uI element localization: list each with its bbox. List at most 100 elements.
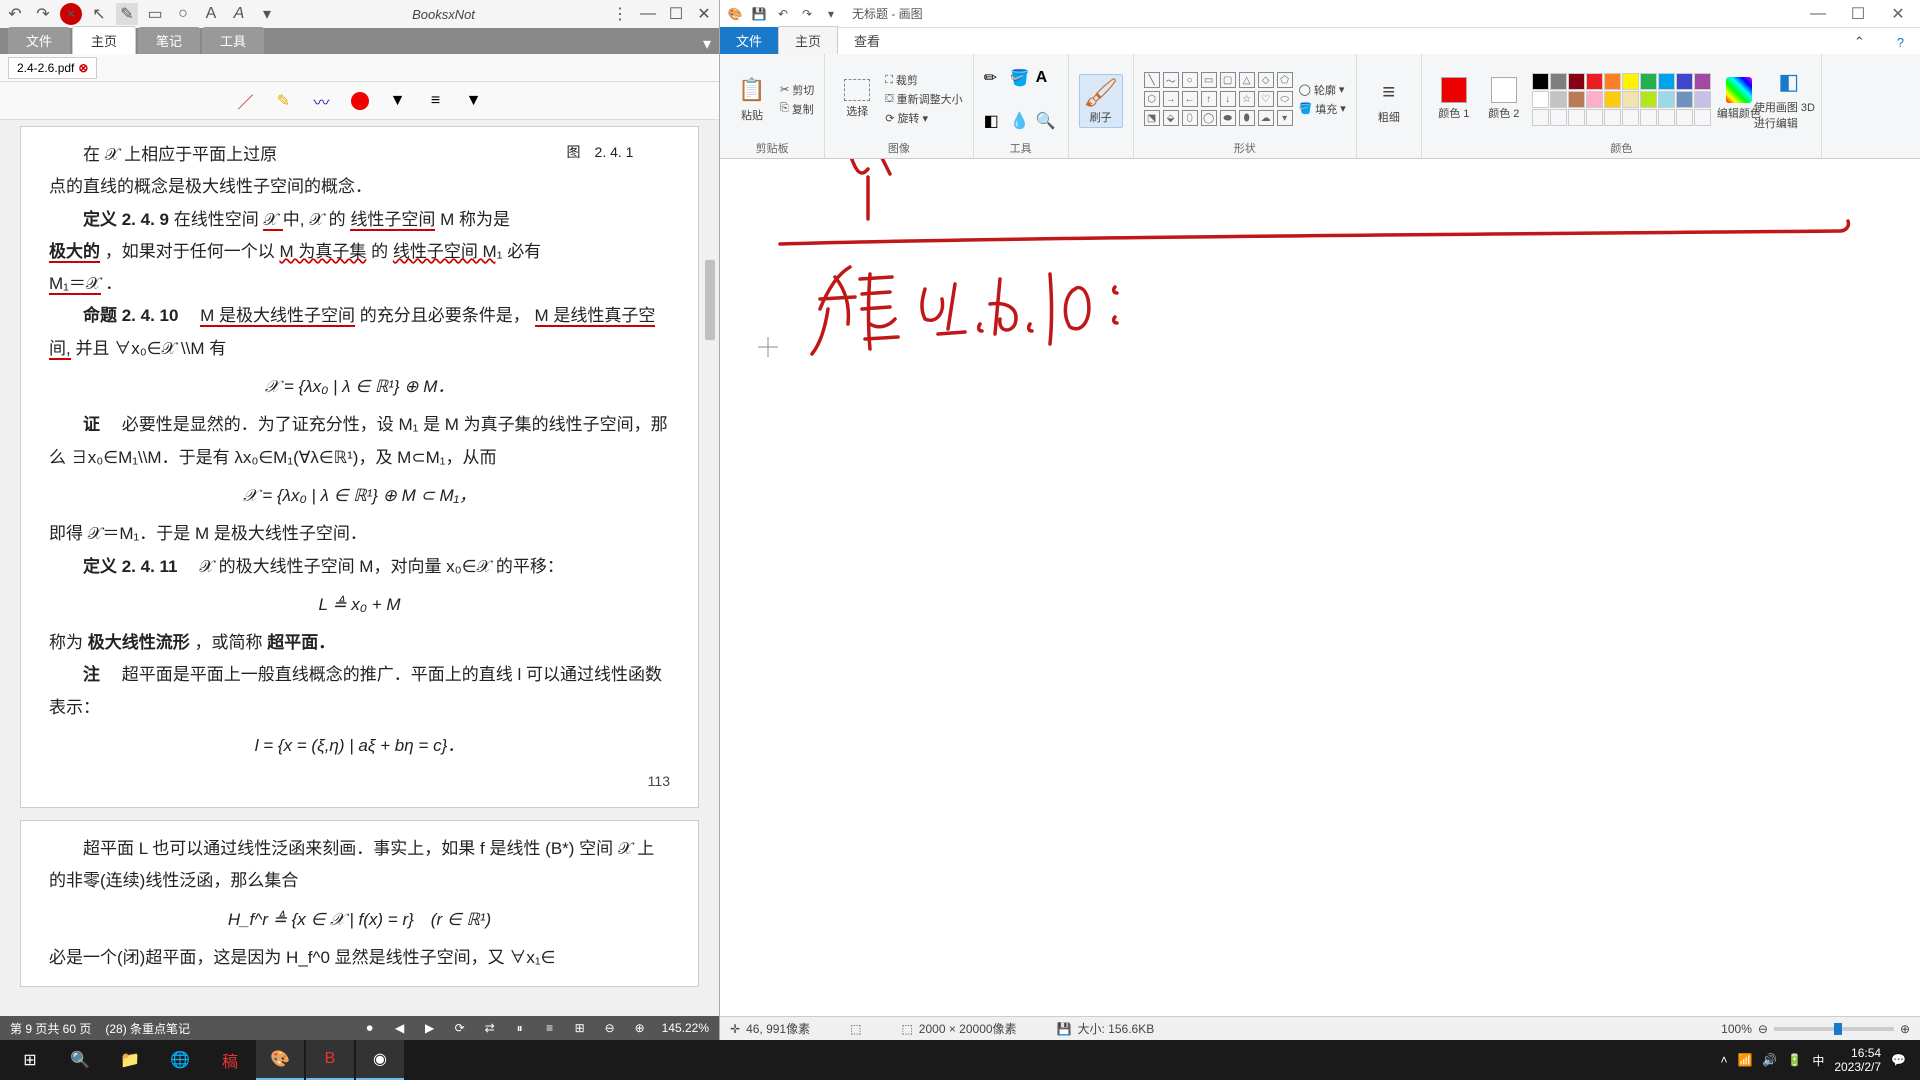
battery-icon[interactable]: 🔋 xyxy=(1787,1053,1802,1067)
tab-file[interactable]: 文件 xyxy=(720,27,778,54)
tray-chevron-icon[interactable]: ˄ xyxy=(1720,1053,1727,1067)
zoom-slider[interactable] xyxy=(1774,1027,1894,1031)
tab-tools[interactable]: 工具 xyxy=(202,27,264,54)
stop-icon[interactable]: ✕ xyxy=(60,3,82,25)
close-icon[interactable]: ✕ xyxy=(693,3,715,25)
highlighter-icon[interactable]: ✎ xyxy=(271,88,297,114)
text-a-icon[interactable]: A xyxy=(200,3,222,25)
tab-home[interactable]: 主页 xyxy=(778,26,838,54)
notifications-icon[interactable]: 💬 xyxy=(1891,1053,1906,1067)
maximize-icon[interactable]: ☐ xyxy=(1842,3,1874,25)
status-zoom: 145.22% xyxy=(662,1021,709,1035)
dims-icon: ⬚ xyxy=(901,1022,912,1036)
app-title: BooksxNot xyxy=(284,7,603,22)
zoom-out-icon[interactable]: ⊖ xyxy=(1758,1022,1768,1036)
undo-icon[interactable]: ↶ xyxy=(774,5,792,23)
crop-button[interactable]: ⛶ 裁剪 xyxy=(885,72,962,88)
zoom-in-icon[interactable]: ⊕ xyxy=(632,1020,648,1036)
zoom-in-icon[interactable]: ⊕ xyxy=(1900,1022,1910,1036)
fill-button[interactable]: 🪣 填充 ▾ xyxy=(1299,101,1346,117)
cursor-icon[interactable]: ↖ xyxy=(88,3,110,25)
scrollbar[interactable] xyxy=(703,120,717,1016)
tab-file[interactable]: 文件 xyxy=(8,27,70,54)
paste-button[interactable]: 📋粘贴 xyxy=(730,75,774,123)
loop-icon[interactable]: ⟳ xyxy=(452,1020,468,1036)
obs-icon[interactable]: ◉ xyxy=(356,1040,404,1080)
cut-button[interactable]: ✂ 剪切 xyxy=(780,82,814,98)
shapes-gallery[interactable]: ╲〜○▭▢△◇⬠ ⬡→←↑↓☆♡⬭ ⬔⬙⬯◯⬬⬮☁▾ xyxy=(1144,72,1293,126)
select-button[interactable]: 选择 xyxy=(835,79,879,119)
ime-icon[interactable]: 中 xyxy=(1812,1052,1824,1069)
pause-icon[interactable]: ⏸ xyxy=(512,1020,528,1036)
circle-icon[interactable]: ○ xyxy=(172,3,194,25)
app-red-icon[interactable]: 稿 xyxy=(206,1040,254,1080)
magnifier-icon[interactable]: 🔍 xyxy=(1036,111,1058,131)
size-button[interactable]: ≡粗细 xyxy=(1367,77,1411,125)
booksxnote-taskbar-icon[interactable]: B xyxy=(306,1040,354,1080)
tab-notes[interactable]: 笔记 xyxy=(138,27,200,54)
color2-button[interactable]: 颜色 2 xyxy=(1482,77,1526,121)
save-icon[interactable]: 💾 xyxy=(750,5,768,23)
volume-icon[interactable]: 🔊 xyxy=(1762,1053,1777,1067)
undo-icon[interactable]: ↶ xyxy=(4,3,26,25)
rotate-button[interactable]: ⟳ 旋转 ▾ xyxy=(885,110,962,126)
list-icon[interactable]: ≡ xyxy=(542,1020,558,1036)
eraser-icon[interactable]: ◧ xyxy=(984,111,1006,131)
text-a2-icon[interactable]: A xyxy=(228,3,250,25)
search-icon[interactable]: 🔍 xyxy=(56,1040,104,1080)
help-icon[interactable]: ? xyxy=(1881,31,1920,54)
redo-icon[interactable]: ↷ xyxy=(32,3,54,25)
bucket-icon[interactable]: 🪣 xyxy=(1010,68,1032,88)
explorer-icon[interactable]: 📁 xyxy=(106,1040,154,1080)
status-position: 46, 991像素 xyxy=(746,1020,810,1037)
copy-button[interactable]: ⎘ 复制 xyxy=(780,101,814,117)
text-icon[interactable]: A xyxy=(1036,69,1058,87)
brushes-button[interactable]: 🖌刷子 xyxy=(1079,74,1123,128)
paint3d-button[interactable]: ◧ 使用画图 3D 进行编辑 xyxy=(1767,67,1811,131)
tab-dropdown-icon[interactable]: ▾ xyxy=(703,34,711,54)
document-tab[interactable]: 2.4-2.6.pdf ⊗ xyxy=(8,57,97,79)
play-icon[interactable]: ⏺ xyxy=(362,1020,378,1036)
shuffle-icon[interactable]: ⇄ xyxy=(482,1020,498,1036)
maximize-icon[interactable]: ☐ xyxy=(665,3,687,25)
ribbon-collapse-icon[interactable]: ⌃ xyxy=(1838,30,1881,54)
menu-icon[interactable]: ⋮ xyxy=(609,3,631,25)
paint-taskbar-icon[interactable]: 🎨 xyxy=(256,1040,304,1080)
pdf-viewport[interactable]: 在 𝒳 上相应于平面上过原 图 2. 4. 1 点的直线的概念是极大线性子空间的… xyxy=(0,120,719,1016)
edit-icon[interactable]: ✎ xyxy=(116,3,138,25)
lines-dropdown-icon[interactable]: ▼ xyxy=(461,88,487,114)
color-palette[interactable] xyxy=(1532,73,1711,126)
rect-icon[interactable]: ▭ xyxy=(144,3,166,25)
color1-button[interactable]: 颜色 1 xyxy=(1432,77,1476,121)
minimize-icon[interactable]: — xyxy=(637,3,659,25)
qat-dropdown-icon[interactable]: ▾ xyxy=(822,5,840,23)
eyedropper-icon[interactable]: 💧 xyxy=(1010,111,1032,131)
filesize-icon: 💾 xyxy=(1057,1022,1072,1036)
next-icon[interactable]: ▶ xyxy=(422,1020,438,1036)
minimize-icon[interactable]: — xyxy=(1802,3,1834,25)
resize-button[interactable]: ⛋ 重新调整大小 xyxy=(885,91,962,107)
lines-icon[interactable]: ≡ xyxy=(423,88,449,114)
paint-canvas[interactable] xyxy=(720,159,1920,1016)
color-picker[interactable] xyxy=(347,88,373,114)
pen-red-icon[interactable]: ／ xyxy=(233,88,259,114)
chrome-icon[interactable]: 🌐 xyxy=(156,1040,204,1080)
document-tab-label: 2.4-2.6.pdf xyxy=(17,61,74,75)
prev-icon[interactable]: ◀ xyxy=(392,1020,408,1036)
color-dropdown-icon[interactable]: ▼ xyxy=(385,88,411,114)
tab-view[interactable]: 查看 xyxy=(838,27,896,54)
redo-icon[interactable]: ↷ xyxy=(798,5,816,23)
wave-icon[interactable]: 〰 xyxy=(309,88,335,114)
note-icon[interactable]: ▾ xyxy=(256,3,278,25)
outline-button[interactable]: ◯ 轮廓 ▾ xyxy=(1299,82,1346,98)
document-tab-close-icon[interactable]: ⊗ xyxy=(78,61,88,75)
pdf-page: 超平面 L 也可以通过线性泛函来刻画．事实上，如果 f 是线性 (B*) 空间 … xyxy=(20,820,699,987)
network-icon[interactable]: 📶 xyxy=(1737,1053,1752,1067)
start-button[interactable]: ⊞ xyxy=(6,1040,54,1080)
pencil-icon[interactable]: ✏ xyxy=(984,68,1006,88)
tab-home[interactable]: 主页 xyxy=(72,26,136,54)
grid-icon[interactable]: ⊞ xyxy=(572,1020,588,1036)
zoom-out-icon[interactable]: ⊖ xyxy=(602,1020,618,1036)
close-icon[interactable]: ✕ xyxy=(1882,3,1914,25)
clock[interactable]: 16:54 2023/2/7 xyxy=(1834,1046,1881,1075)
